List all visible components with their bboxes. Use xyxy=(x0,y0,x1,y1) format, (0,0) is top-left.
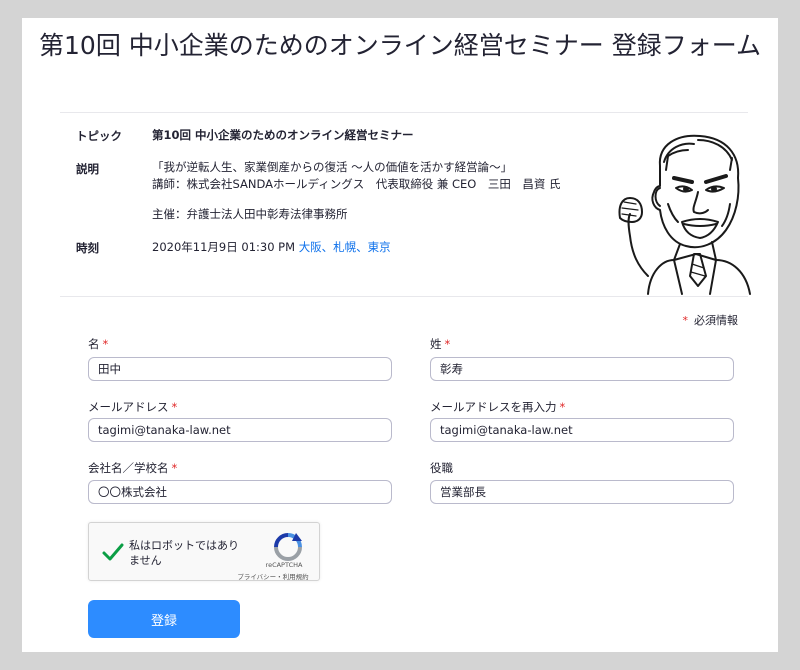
time-zone-link[interactable]: 大阪、札幌、東京 xyxy=(299,240,391,254)
required-marker: * xyxy=(444,337,451,351)
required-marker: * xyxy=(559,400,566,414)
time-label: 時刻 xyxy=(76,241,99,255)
required-note-text: 必須情報 xyxy=(694,314,738,327)
company-label-text: 会社名／学校名 xyxy=(88,461,169,475)
last-name-label-text: 姓 xyxy=(430,337,442,351)
speaker-caricature-illustration xyxy=(618,134,751,295)
last-name-label: 姓 * xyxy=(430,336,450,352)
email-label-text: メールアドレス xyxy=(88,400,169,414)
email-confirm-label: メールアドレスを再入力 * xyxy=(430,399,565,415)
first-name-label-text: 名 xyxy=(88,337,100,351)
info-divider xyxy=(60,296,748,297)
email-confirm-input[interactable] xyxy=(430,418,734,442)
register-button[interactable]: 登録 xyxy=(88,600,240,638)
recaptcha-widget: 私はロボットではありません reCAPTCHA プライバシー・利用規約 xyxy=(88,522,320,581)
required-marker: * xyxy=(171,400,178,414)
checkmark-icon[interactable] xyxy=(101,540,125,564)
required-star: * xyxy=(682,314,689,327)
company-label: 会社名／学校名 * xyxy=(88,460,177,476)
recaptcha-brand: reCAPTCHA xyxy=(265,561,303,569)
description-label: 説明 xyxy=(76,162,99,176)
topic-label: トピック xyxy=(76,129,122,143)
required-note: * 必須情報 xyxy=(683,312,739,328)
job-title-label-text: 役職 xyxy=(430,461,453,475)
page-title: 第10回 中小企業のためのオンライン経営セミナー 登録フォーム xyxy=(39,31,761,60)
email-input[interactable] xyxy=(88,418,392,442)
registration-card: 第10回 中小企業のためのオンライン経営セミナー 登録フォーム トピック 第10… xyxy=(22,18,778,652)
first-name-label: 名 * xyxy=(88,336,108,352)
header-divider xyxy=(60,112,748,113)
company-input[interactable] xyxy=(88,480,392,504)
required-marker: * xyxy=(102,337,109,351)
recaptcha-label: 私はロボットではありません xyxy=(129,539,239,567)
job-title-label: 役職 xyxy=(430,460,453,476)
description-line-2: 講師：株式会社SANDAホールディングス 代表取締役 兼 CEO 三田 昌資 氏 xyxy=(152,177,561,191)
description-line-1: 「我が逆転人生、家業倒産からの復活 ～人の価値を活かす経営論～」 xyxy=(152,160,513,174)
required-marker: * xyxy=(171,461,178,475)
job-title-input[interactable] xyxy=(430,480,734,504)
recaptcha-privacy-terms-links[interactable]: プライバシー・利用規約 xyxy=(225,571,321,581)
email-confirm-label-text: メールアドレスを再入力 xyxy=(430,400,557,414)
recaptcha-logo-icon xyxy=(274,533,302,561)
time-date: 2020年11月9日 01:30 PM xyxy=(152,240,296,254)
time-value: 2020年11月9日 01:30 PM 大阪、札幌、東京 xyxy=(152,239,391,256)
topic-value: 第10回 中小企業のためのオンライン経営セミナー xyxy=(152,128,414,142)
first-name-input[interactable] xyxy=(88,357,392,381)
description-line-3: 主催：弁護士法人田中彰寿法律事務所 xyxy=(152,207,348,221)
email-label: メールアドレス * xyxy=(88,399,177,415)
last-name-input[interactable] xyxy=(430,357,734,381)
